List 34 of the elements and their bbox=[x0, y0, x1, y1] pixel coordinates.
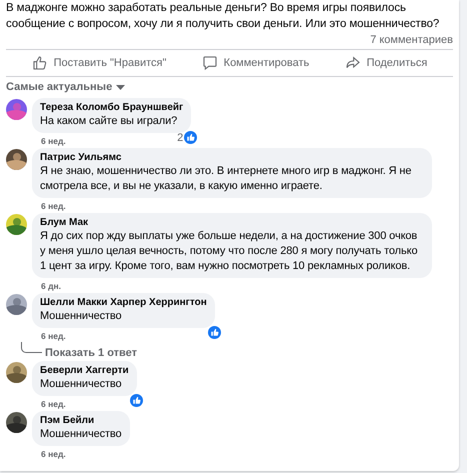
comment-text: Мошенничество bbox=[40, 377, 123, 392]
reply-connector bbox=[21, 342, 42, 353]
comment-text: Мошенничество bbox=[40, 309, 123, 324]
share-arrow-icon bbox=[344, 55, 361, 71]
comment-text: На каком сайте вы играли? bbox=[40, 114, 178, 129]
speech-bubble-icon bbox=[202, 55, 218, 71]
comment-time[interactable]: 6 нед. bbox=[41, 330, 66, 340]
comment-text: Я не знаю, мошенничество ли это. В интернете много игр в маджонг. Я не смотрела все, и вы не указали, в какую именно играете. bbox=[40, 164, 412, 194]
sort-dropdown[interactable]: Самые актуальные bbox=[6, 77, 126, 93]
like-icon bbox=[184, 131, 198, 144]
comment-time[interactable]: 6 нед. bbox=[41, 448, 66, 458]
comment-author[interactable]: Шелли Макки Харпер Херрингтон bbox=[40, 296, 207, 309]
like-button[interactable]: Поставить "Нравится" bbox=[28, 53, 170, 73]
comment-button[interactable]: Комментировать bbox=[198, 53, 314, 73]
show-replies-link[interactable]: Показать 1 ответ bbox=[45, 347, 138, 359]
thumbs-up-icon bbox=[32, 55, 48, 71]
share-button[interactable]: Поделиться bbox=[340, 53, 432, 73]
caret-icon bbox=[116, 84, 126, 90]
comment-time[interactable]: 6 нед. bbox=[41, 398, 66, 408]
comment-text: Мошенничество bbox=[40, 427, 122, 442]
comment-author[interactable]: Беверли Хаггерти bbox=[40, 364, 129, 377]
like-icon bbox=[208, 326, 221, 339]
comment-time[interactable]: 6 нед. bbox=[41, 200, 66, 210]
comment-time[interactable]: 6 дн. bbox=[41, 280, 61, 290]
reaction-count: 2 bbox=[177, 132, 184, 144]
comment-author[interactable]: Патрис Уильямс bbox=[40, 151, 424, 164]
comment-author[interactable]: Пэм Бейли bbox=[40, 414, 122, 427]
comment-author[interactable]: Тереза Коломбо Брауншвейг bbox=[40, 101, 184, 114]
post-text: В маджонге можно заработать реальные деньги? Во время игры появилось сообщение с вопросом, хочу ли я получить свои деньги. Или это мошенничество? bbox=[6, 1, 440, 32]
comment-count[interactable]: 7 комментариев bbox=[6, 32, 453, 49]
comment-text: Я до сих пор жду выплаты уже больше недели, а на достижение 300 очков у меня ушло целая вечность, потому что после 280 я могу получать только 1 цент за игру. Кроме того, вам нужно посмотреть 10 рекламных роликов. bbox=[40, 229, 418, 274]
like-icon bbox=[130, 394, 143, 407]
comment-author[interactable]: Блум Мак bbox=[40, 216, 424, 229]
comment-time[interactable]: 6 нед. bbox=[41, 136, 66, 146]
